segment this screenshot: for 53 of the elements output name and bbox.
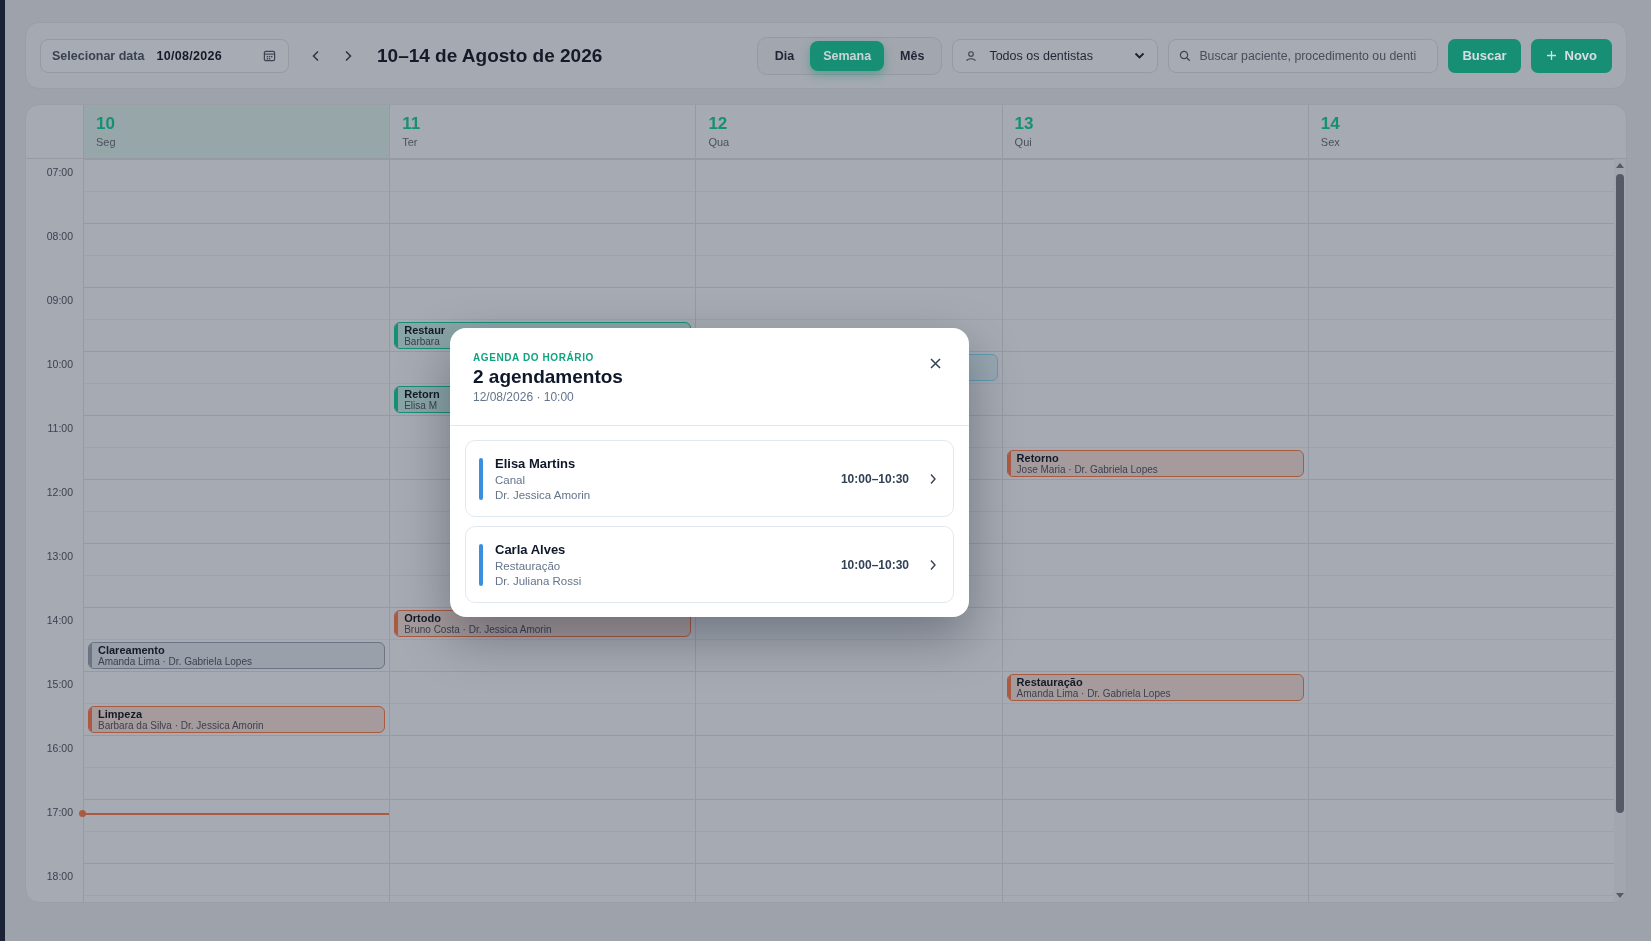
day-header[interactable]: 11 Ter xyxy=(389,105,696,158)
date-picker-label: Selecionar data xyxy=(52,48,145,63)
hour-label: 07:00 xyxy=(46,166,73,178)
hour-label: 12:00 xyxy=(46,486,73,498)
calendar-icon[interactable] xyxy=(263,49,276,62)
week-range-title: 10–14 de Agosto de 2026 xyxy=(377,44,603,67)
hour-label: 09:00 xyxy=(46,294,73,306)
dropdown-chevron-icon xyxy=(1134,51,1146,60)
appointment-time: 10:00–10:30 xyxy=(840,557,909,572)
scrollbar[interactable] xyxy=(1614,159,1626,902)
plus-icon xyxy=(1545,50,1557,61)
hour-label: 17:00 xyxy=(46,806,73,818)
hour-label: 13:00 xyxy=(46,550,73,562)
hour-label: 15:00 xyxy=(46,678,73,690)
appointment-item[interactable]: Carla Alves Restauração Dr. Juliana Rossi 10:00–10:30 xyxy=(465,526,954,603)
patient-name: Carla Alves xyxy=(495,542,567,557)
dentist-name: Dr. Jessica Amorin xyxy=(495,489,592,501)
next-chevron-icon[interactable] xyxy=(343,49,353,62)
search-icon xyxy=(1179,49,1192,62)
day-header[interactable]: 14 Sex xyxy=(1307,105,1614,158)
search-field[interactable]: Buscar paciente, procedimento ou denti xyxy=(1168,38,1439,73)
close-icon[interactable] xyxy=(930,358,941,369)
procedure-name: Canal xyxy=(495,474,527,486)
appointment-time: 10:00–10:30 xyxy=(840,471,909,486)
date-value: 10/08/2026 xyxy=(156,48,223,63)
appointment-block[interactable]: Restauração Amanda Lima · Dr. Gabriela Lopes xyxy=(1006,674,1304,701)
procedure-name: Restauração xyxy=(495,560,562,572)
dentist-select[interactable]: Todos os dentistas xyxy=(952,38,1159,73)
view-tab[interactable]: Dia xyxy=(760,40,809,71)
previous-chevron-icon[interactable] xyxy=(311,49,321,62)
patient-name: Elisa Martins xyxy=(495,456,577,471)
hour-label: 11:00 xyxy=(47,422,73,434)
dentist-name: Dr. Juliana Rossi xyxy=(495,575,583,587)
appointment-block[interactable]: Clareamento Amanda Lima · Dr. Gabriela Lopes xyxy=(88,642,386,669)
appointment-item[interactable]: Elisa Martins Canal Dr. Jessica Amorin 10:00–10:30 xyxy=(465,440,954,517)
appointment-block[interactable]: Retorno Jose Maria · Dr. Gabriela Lopes xyxy=(1006,450,1304,477)
modal-title: 2 agendamentos xyxy=(473,366,623,388)
day-header[interactable]: 12 Qua xyxy=(695,105,1002,158)
appointment-block[interactable]: Limpeza Barbara da Silva · Dr. Jessica Amorin xyxy=(88,706,386,733)
chevron-right-icon xyxy=(929,558,937,571)
date-picker-field[interactable]: Selecionar data 10/08/2026 xyxy=(40,38,289,73)
person-icon xyxy=(965,49,978,62)
day-header[interactable]: 13 Qui xyxy=(1001,105,1308,158)
view-tab[interactable]: Mês xyxy=(886,40,939,71)
hour-label: 16:00 xyxy=(46,742,73,754)
chevron-right-icon xyxy=(929,472,937,485)
hour-label: 10:00 xyxy=(46,358,73,370)
modal-subtitle: 12/08/2026 · 10:00 xyxy=(473,390,575,404)
hour-label: 18:00 xyxy=(46,870,73,882)
day-header[interactable]: 10 Seg xyxy=(83,105,390,158)
hour-label: 14:00 xyxy=(46,614,73,626)
hour-label: 08:00 xyxy=(46,230,73,242)
modal-eyebrow: AGENDA DO HORÁRIO xyxy=(473,352,595,363)
